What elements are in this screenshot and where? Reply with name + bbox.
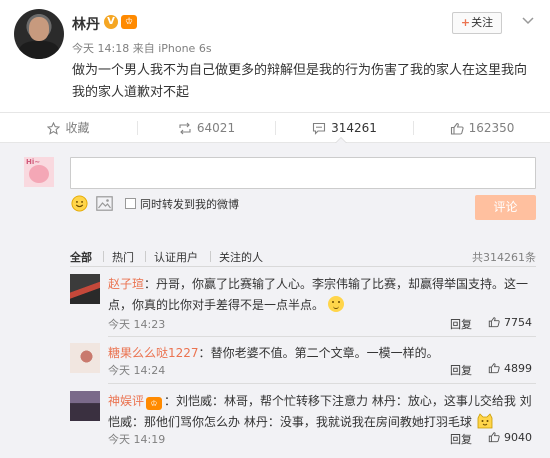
divider [103,251,104,262]
divider [70,266,536,267]
comment-like-button[interactable]: 4899 [488,362,532,375]
reply-button[interactable]: 回复 [450,431,472,447]
favorite-button[interactable]: 收藏 [0,113,137,143]
repost-icon [179,122,191,135]
name-separator: ： [164,394,177,408]
vip-crown-icon[interactable]: ♔ [146,397,163,410]
filter-following[interactable]: 关注的人 [219,249,263,265]
author-name[interactable]: 林丹 [72,14,100,34]
comment-body: 赵子瑄：丹哥，你赢了比赛输了人心。李宗伟输了比赛，却赢得举国支持。这一点，你真的… [108,274,536,316]
comment-like-count: 7754 [504,316,532,329]
comment-section: Hi~ 同时转发到我的微博 评论 全部 热门 认证用户 关注的人 共314261… [0,143,550,458]
action-bar: 收藏 64021 314261 162350 [0,112,550,143]
divider [210,251,211,262]
thumbs-up-icon [488,432,500,443]
like-count: 162350 [468,121,515,135]
follow-label: 关注 [471,16,494,29]
filter-all[interactable]: 全部 [70,249,92,265]
avatar-body [19,41,59,59]
divider [108,336,536,337]
post-text: 做为一个男人我不为自己做更多的辩解但是我的行为伤害了我的家人在这里我向我的家人道… [72,63,528,100]
total-comment-count: 共314261条 [472,251,536,264]
commenter-name[interactable]: 糖果么么哒1227 [108,346,199,360]
current-user-avatar[interactable]: Hi~ [24,157,54,187]
comment-like-count: 4899 [504,362,532,375]
verified-badge-icon: V [104,15,118,29]
plus-icon: + [460,16,471,29]
repost-button[interactable]: 64021 [138,113,275,143]
favorite-label: 收藏 [65,121,90,135]
thumbs-up-icon [450,122,464,135]
comment-input[interactable] [70,157,536,189]
divider [108,383,536,384]
submit-comment-button[interactable]: 评论 [475,195,536,220]
reply-button[interactable]: 回复 [450,362,472,378]
avatar-face [29,17,49,41]
comment-time: 今天 14:23 [108,318,166,331]
author-avatar[interactable] [14,9,64,59]
comment-filter-bar: 全部 热门 认证用户 关注的人 共314261条 [70,249,536,267]
like-button[interactable]: 162350 [414,113,550,143]
commenter-name[interactable]: 赵子瑄 [108,277,144,291]
thumbs-up-icon [488,363,500,374]
image-icon[interactable] [96,196,113,211]
follow-button[interactable]: +关注 [452,12,502,34]
comment-text: 丹哥，你赢了比赛输了人心。李宗伟输了比赛，却赢得举国支持。这一点，你真的比你对手… [108,277,529,312]
pig-avatar-shape [29,165,49,183]
comment-like-button[interactable]: 7754 [488,316,532,329]
name-separator: ： [144,277,157,291]
thumbs-up-icon [488,317,500,328]
comment-time: 今天 14:24 [108,364,166,377]
chevron-down-icon[interactable] [521,14,535,28]
comment-like-count: 9040 [504,431,532,444]
comment-like-button[interactable]: 9040 [488,431,532,444]
comment-time: 今天 14:19 [108,433,166,446]
repost-checkbox[interactable] [125,198,136,209]
comment-body: 神娱评 ♔ ：刘恺威：林哥，帮个忙转移下注意力 林丹：放心，这事儿交给我 刘恺威：那… [108,391,536,433]
post-meta: 今天 14:18 来自 iPhone 6s [72,42,212,55]
repost-count: 64021 [196,121,236,135]
weibo-post: 林丹 V ♔ 今天 14:18 来自 iPhone 6s +关注 做为一个男人我… [0,0,550,112]
commenter-avatar[interactable] [70,391,100,421]
comment-icon [313,122,326,135]
reply-button[interactable]: 回复 [450,316,472,332]
cat-emoji-icon [477,413,493,429]
commenter-avatar[interactable] [70,274,100,304]
filter-verified[interactable]: 认证用户 [154,249,198,265]
filter-hot[interactable]: 热门 [112,249,134,265]
repost-checkbox-label[interactable]: 同时转发到我的微博 [140,196,239,212]
comment-body: 糖果么么哒1227：替你老婆不值。第二个文章。一模一样的。 [108,343,536,364]
vip-crown-icon[interactable]: ♔ [121,15,137,29]
divider [145,251,146,262]
emoji-icon[interactable] [71,195,88,212]
comment-text: 替你老婆不值。第二个文章。一模一样的。 [210,346,439,360]
star-icon [47,121,61,135]
smirk-emoji-icon [327,296,344,312]
name-separator: ： [198,346,211,360]
comment-count: 314261 [331,121,377,135]
commenter-name[interactable]: 神娱评 [108,394,144,408]
commenter-avatar[interactable] [70,343,100,373]
